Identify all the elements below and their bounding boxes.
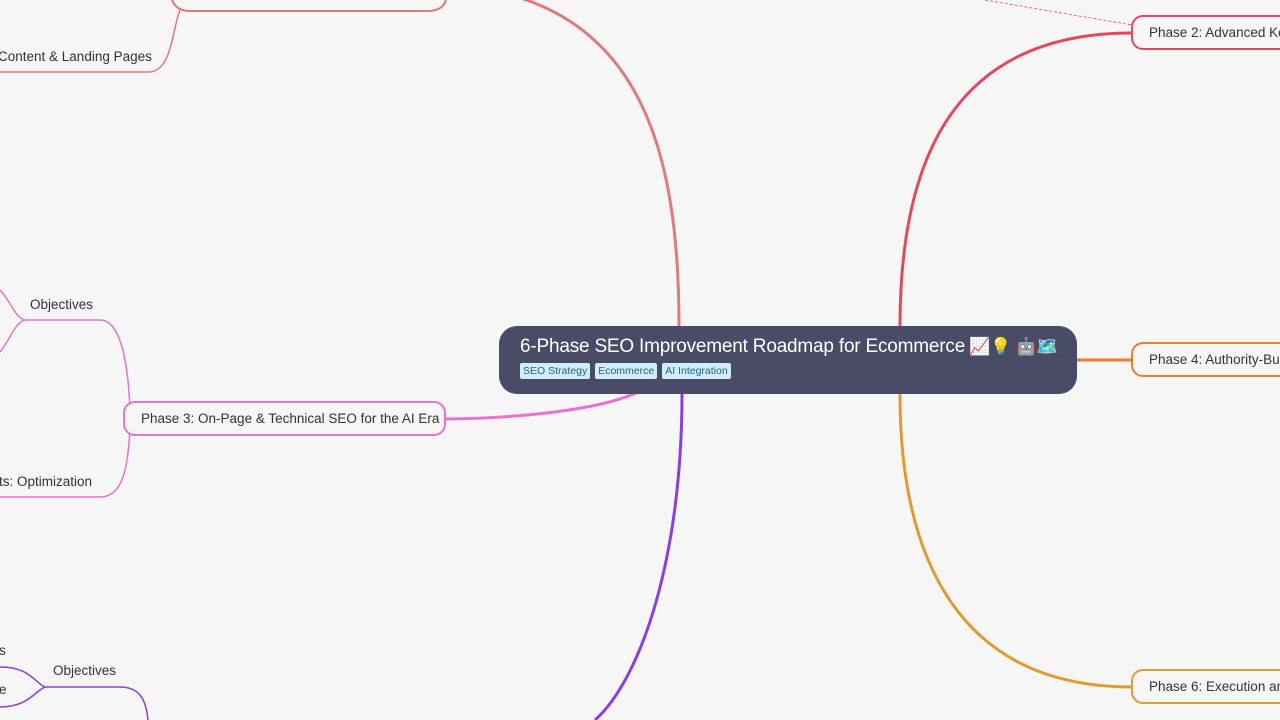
subtopic-optimization[interactable]: ts: Optimization — [0, 473, 92, 491]
root-emoji: 📈💡 🤖🗺️ — [969, 337, 1058, 356]
mind-map-canvas: 6-Phase SEO Improvement Roadmap for Ecom… — [0, 0, 1280, 720]
tag-seo-strategy[interactable]: SEO Strategy — [520, 363, 591, 379]
node-phase6[interactable]: Phase 6: Execution and — [1131, 669, 1280, 704]
link-phase3-obj-a — [0, 289, 26, 321]
subtopic-content-landing[interactable]: Content & Landing Pages — [0, 48, 152, 66]
root-title: 6-Phase SEO Improvement Roadmap for Ecom… — [520, 335, 1058, 359]
node-phase3-label: Phase 3: On-Page & Technical SEO for the… — [141, 411, 440, 426]
link-phase3 — [445, 390, 639, 421]
tag-ecommerce[interactable]: Ecommerce — [595, 363, 658, 379]
link-phase3-obj-b — [0, 319, 26, 353]
link-phase5-obj-a — [0, 666, 46, 688]
root-node[interactable]: 6-Phase SEO Improvement Roadmap for Ecom… — [499, 326, 1077, 394]
link-phase6 — [898, 393, 1133, 689]
tag-ai-integration[interactable]: AI Integration — [662, 363, 731, 379]
subtopic-lower-fragment-2[interactable]: e — [0, 681, 7, 699]
link-phase3-obj — [25, 319, 131, 411]
node-phase2-label: Phase 2: Advanced Keyword — [1149, 25, 1280, 40]
subtopic-lower-fragment-1[interactable]: s — [0, 642, 6, 660]
link-phase2-dashed — [984, 0, 1133, 26]
link-phase5 — [594, 393, 684, 720]
link-phase2 — [898, 31, 1133, 327]
link-phase1-box — [171, 0, 447, 12]
node-phase3[interactable]: Phase 3: On-Page & Technical SEO for the… — [123, 401, 446, 436]
root-tags: SEO Strategy Ecommerce AI Integration — [520, 363, 1057, 379]
node-phase4[interactable]: Phase 4: Authority-Building — [1131, 342, 1280, 377]
link-phase1 — [521, 0, 681, 327]
link-phase5-obj-b — [0, 686, 46, 708]
node-phase2[interactable]: Phase 2: Advanced Keyword — [1131, 15, 1280, 50]
node-phase6-label: Phase 6: Execution and — [1149, 679, 1280, 694]
node-phase4-label: Phase 4: Authority-Building — [1149, 352, 1280, 367]
subtopic-objectives-lower[interactable]: Objectives — [53, 662, 116, 680]
link-phase5-obj — [45, 686, 149, 720]
subtopic-objectives-phase3[interactable]: Objectives — [30, 296, 93, 314]
root-title-text: 6-Phase SEO Improvement Roadmap for Ecom… — [520, 336, 966, 357]
